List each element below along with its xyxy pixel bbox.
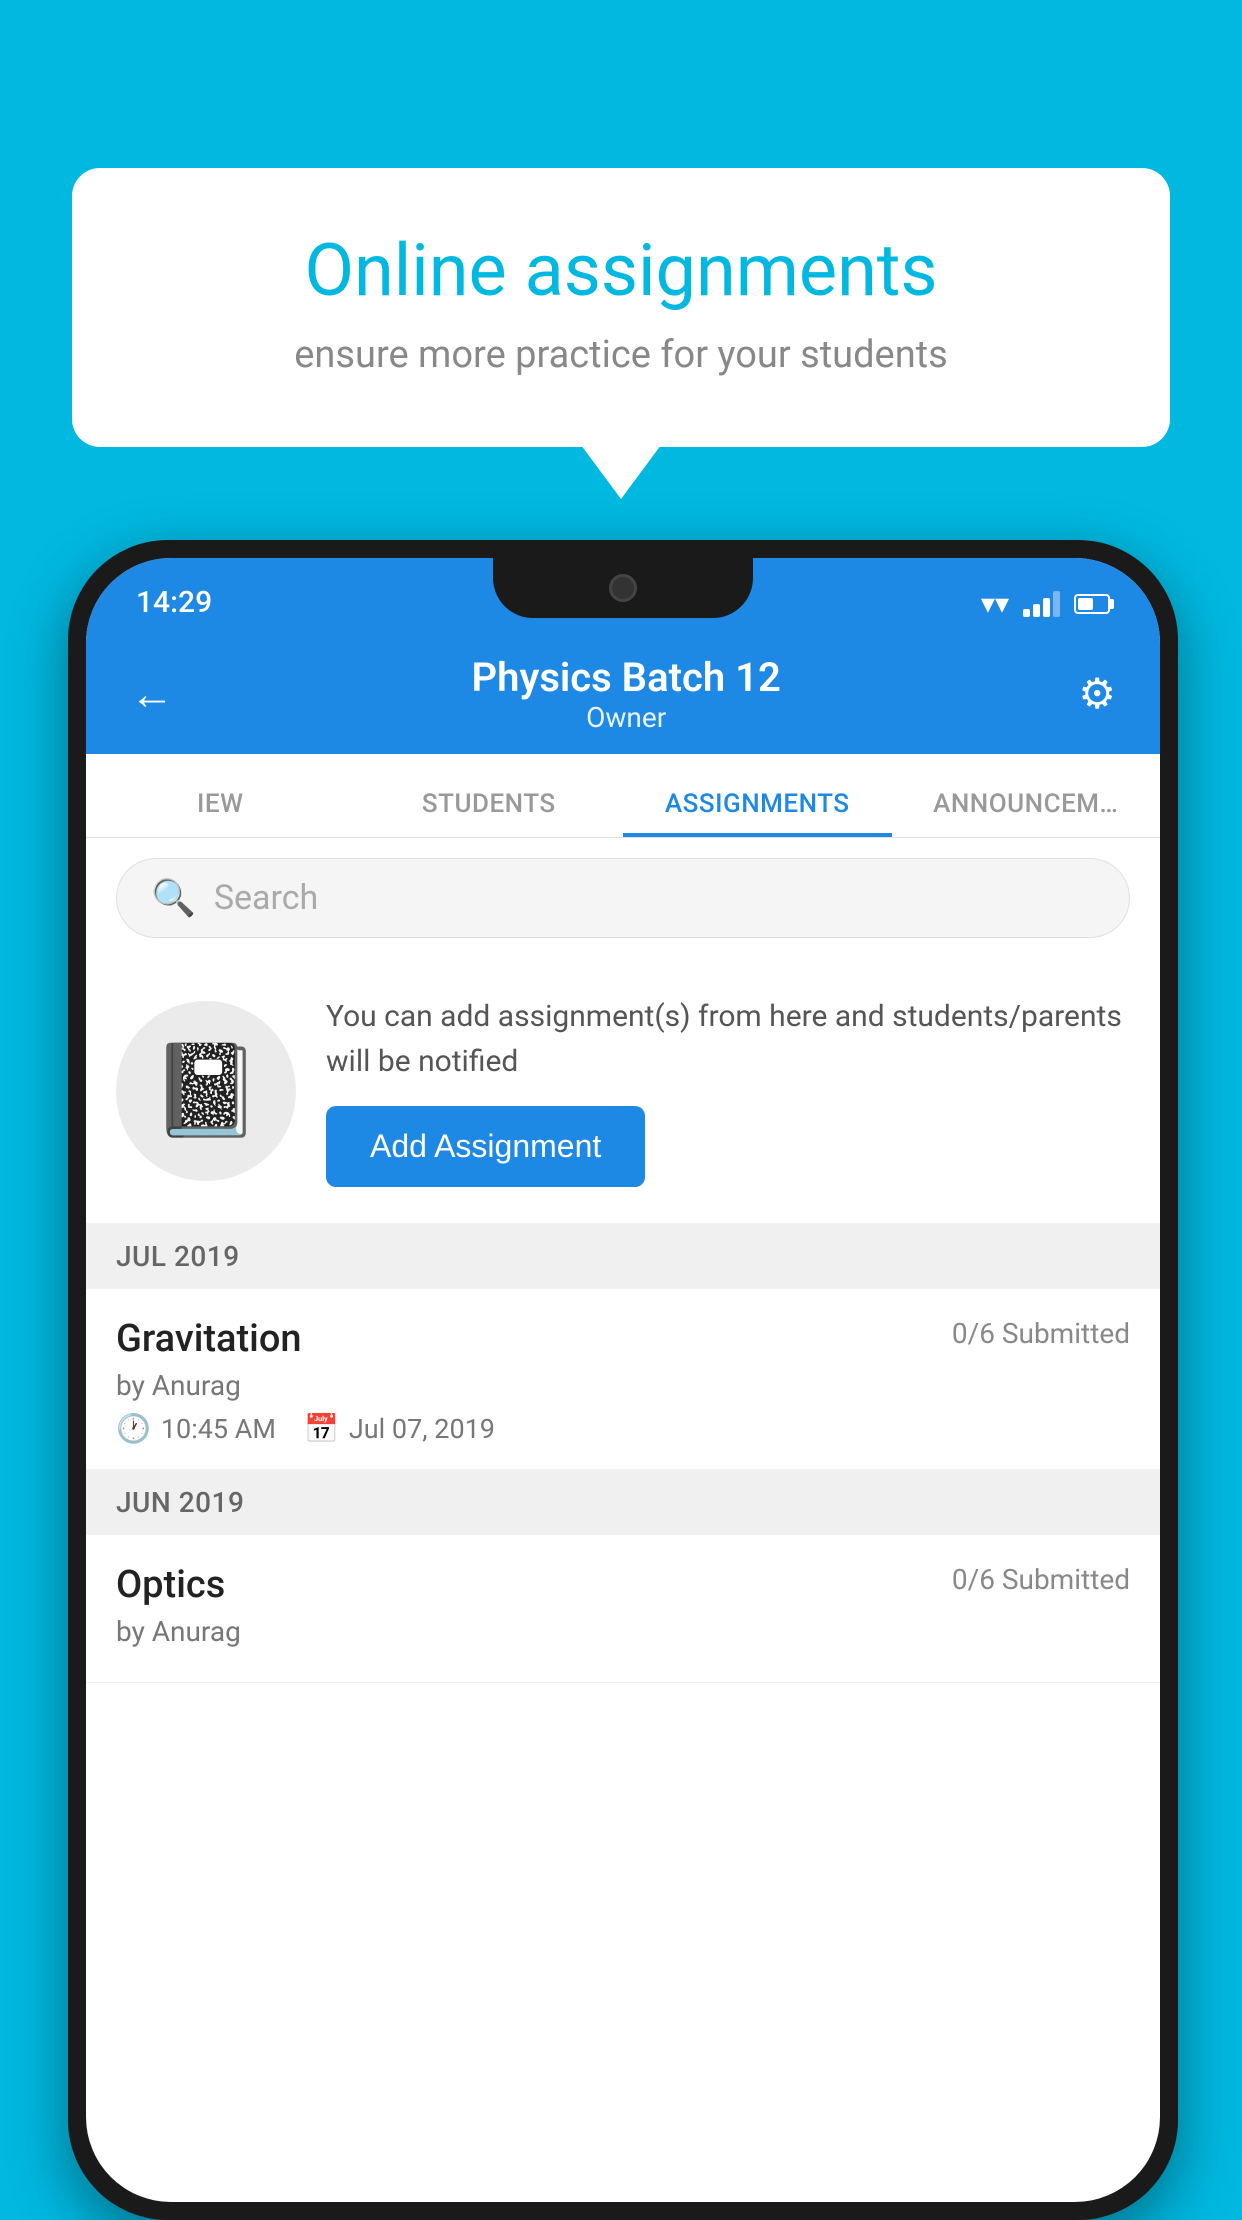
promo-card: 📓 You can add assignment(s) from here an… [86, 958, 1160, 1224]
assignment-date-gravitation: Jul 07, 2019 [349, 1413, 495, 1445]
search-bar[interactable]: 🔍 Search [116, 858, 1130, 938]
search-icon: 🔍 [151, 877, 196, 919]
header-title-block: Physics Batch 12 Owner [472, 654, 781, 734]
clock-icon: 🕐 [116, 1412, 151, 1445]
wifi-icon: ▾▾ [981, 587, 1009, 620]
signal-bar-4 [1053, 591, 1060, 617]
section-header-jul: JUL 2019 [86, 1224, 1160, 1289]
add-assignment-button[interactable]: Add Assignment [326, 1106, 645, 1187]
tab-students[interactable]: STUDENTS [355, 789, 624, 837]
section-header-jun: JUN 2019 [86, 1470, 1160, 1535]
tabs-bar: IEW STUDENTS ASSIGNMENTS ANNOUNCEM… [86, 754, 1160, 838]
notebook-icon: 📓 [150, 1038, 262, 1143]
speech-bubble: Online assignments ensure more practice … [72, 168, 1170, 447]
assignment-item-gravitation[interactable]: Gravitation 0/6 Submitted by Anurag 🕐 10… [86, 1289, 1160, 1470]
signal-bars [1023, 591, 1060, 617]
speech-bubble-title: Online assignments [142, 228, 1100, 313]
promo-icon-circle: 📓 [116, 1001, 296, 1181]
assignment-title-optics: Optics [116, 1563, 225, 1607]
tab-assignments[interactable]: ASSIGNMENTS [623, 789, 892, 837]
signal-bar-3 [1043, 598, 1050, 617]
speech-bubble-subtitle: ensure more practice for your students [142, 333, 1100, 377]
promo-text-block: You can add assignment(s) from here and … [326, 994, 1130, 1187]
assignment-time-gravitation: 10:45 AM [161, 1413, 276, 1445]
back-button[interactable]: ← [130, 668, 174, 720]
search-container: 🔍 Search [86, 838, 1160, 958]
assignment-meta-gravitation: 🕐 10:45 AM 📅 Jul 07, 2019 [116, 1412, 1130, 1445]
phone-notch [493, 558, 753, 618]
tab-announcements[interactable]: ANNOUNCEM… [892, 789, 1161, 837]
assignment-submitted-gravitation: 0/6 Submitted [952, 1317, 1130, 1350]
phone-inner: 14:29 ▾▾ ← Physics Batch 12 Owner [86, 558, 1160, 2202]
assignment-author-gravitation: by Anurag [116, 1369, 1130, 1402]
signal-bar-1 [1023, 609, 1030, 617]
phone-camera [609, 574, 637, 602]
promo-description: You can add assignment(s) from here and … [326, 994, 1130, 1084]
battery-fill [1078, 598, 1093, 610]
assignment-top-row: Gravitation 0/6 Submitted [116, 1317, 1130, 1361]
signal-bar-2 [1033, 604, 1040, 617]
header-title: Physics Batch 12 [472, 654, 781, 701]
meta-date-gravitation: 📅 Jul 07, 2019 [304, 1412, 495, 1445]
phone-frame: 14:29 ▾▾ ← Physics Batch 12 Owner [68, 540, 1178, 2220]
battery-icon [1074, 594, 1110, 614]
app-header: ← Physics Batch 12 Owner ⚙ [86, 634, 1160, 754]
header-subtitle: Owner [472, 701, 781, 734]
assignment-author-optics: by Anurag [116, 1615, 1130, 1648]
assignment-submitted-optics: 0/6 Submitted [952, 1563, 1130, 1596]
settings-button[interactable]: ⚙ [1078, 669, 1116, 719]
meta-time-gravitation: 🕐 10:45 AM [116, 1412, 276, 1445]
status-time: 14:29 [136, 585, 212, 620]
assignment-top-row-optics: Optics 0/6 Submitted [116, 1563, 1130, 1607]
calendar-icon: 📅 [304, 1412, 339, 1445]
assignment-item-optics[interactable]: Optics 0/6 Submitted by Anurag [86, 1535, 1160, 1683]
status-icons: ▾▾ [981, 587, 1110, 620]
tab-iew[interactable]: IEW [86, 789, 355, 837]
assignment-title-gravitation: Gravitation [116, 1317, 302, 1361]
search-input[interactable]: Search [214, 878, 318, 918]
